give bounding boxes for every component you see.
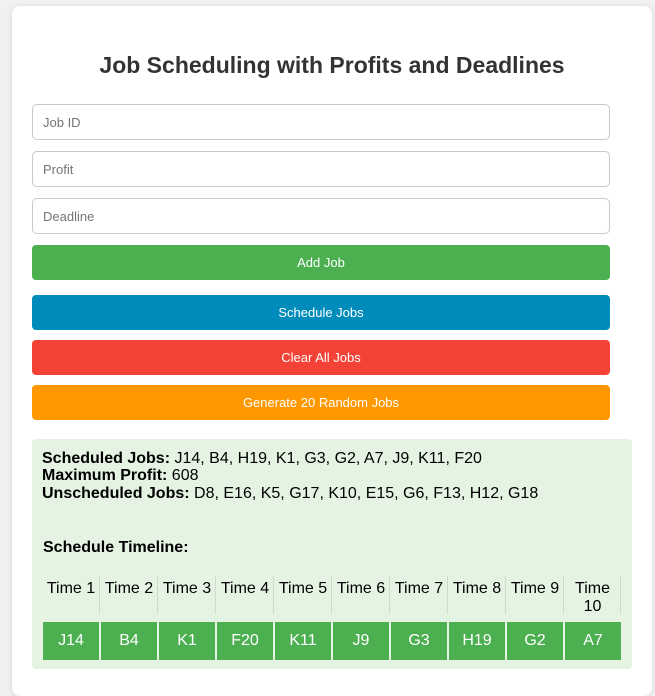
scheduled-jobs-line: Scheduled Jobs: J14, B4, H19, K1, G3, G2… [42,450,482,468]
maximum-profit-line: Maximum Profit: 608 [42,467,199,485]
schedule-jobs-button[interactable]: Schedule Jobs [32,295,610,330]
clear-all-jobs-button[interactable]: Clear All Jobs [32,340,610,375]
timeline-job-cell: J14 [43,622,99,660]
timeline-job-cell: B4 [101,622,157,660]
deadline-input[interactable] [32,198,610,234]
unscheduled-jobs-label: Unscheduled Jobs: [42,485,190,502]
timeline-title: Schedule Timeline: [43,539,189,556]
time-slot-label: Time 4 [217,576,274,614]
scheduled-jobs-value: J14, B4, H19, K1, G3, G2, A7, J9, K11, F… [174,450,482,467]
time-slot-label: Time 7 [391,576,448,614]
scheduler-card: Job Scheduling with Profits and Deadline… [12,6,652,696]
page-title: Job Scheduling with Profits and Deadline… [99,52,565,78]
profit-input[interactable] [32,151,610,187]
timeline-time-row: Time 1 Time 2 Time 3 Time 4 Time 5 Time … [43,576,623,615]
timeline-job-cell: G3 [391,622,447,660]
unscheduled-jobs-line: Unscheduled Jobs: D8, E16, K5, G17, K10,… [42,485,538,503]
job-id-input[interactable] [32,104,610,140]
timeline-job-row: J14 B4 K1 F20 K11 J9 G3 H19 G2 A7 [43,622,623,660]
results-panel: Scheduled Jobs: J14, B4, H19, K1, G3, G2… [32,439,632,669]
time-slot-label: Time 1 [43,576,100,614]
maximum-profit-label: Maximum Profit: [42,467,168,484]
time-slot-label: Time 5 [275,576,332,614]
time-slot-label: Time 6 [333,576,390,614]
timeline-job-cell: A7 [565,622,621,660]
timeline-job-cell: F20 [217,622,273,660]
unscheduled-jobs-value: D8, E16, K5, G17, K10, E15, G6, F13, H12… [194,485,539,502]
time-slot-label: Time 8 [449,576,506,614]
timeline-job-cell: G2 [507,622,563,660]
add-job-button[interactable]: Add Job [32,245,610,280]
scheduled-jobs-label: Scheduled Jobs: [42,450,171,467]
timeline-job-cell: K11 [275,622,331,660]
timeline-job-cell: J9 [333,622,389,660]
time-slot-label: Time 2 [101,576,158,614]
time-slot-label: Time 3 [159,576,216,614]
time-slot-label: Time 10 [565,576,621,615]
timeline-job-cell: K1 [159,622,215,660]
time-slot-label: Time 9 [507,576,564,614]
timeline-job-cell: H19 [449,622,505,660]
maximum-profit-value: 608 [171,467,199,484]
generate-random-jobs-button[interactable]: Generate 20 Random Jobs [32,385,610,420]
